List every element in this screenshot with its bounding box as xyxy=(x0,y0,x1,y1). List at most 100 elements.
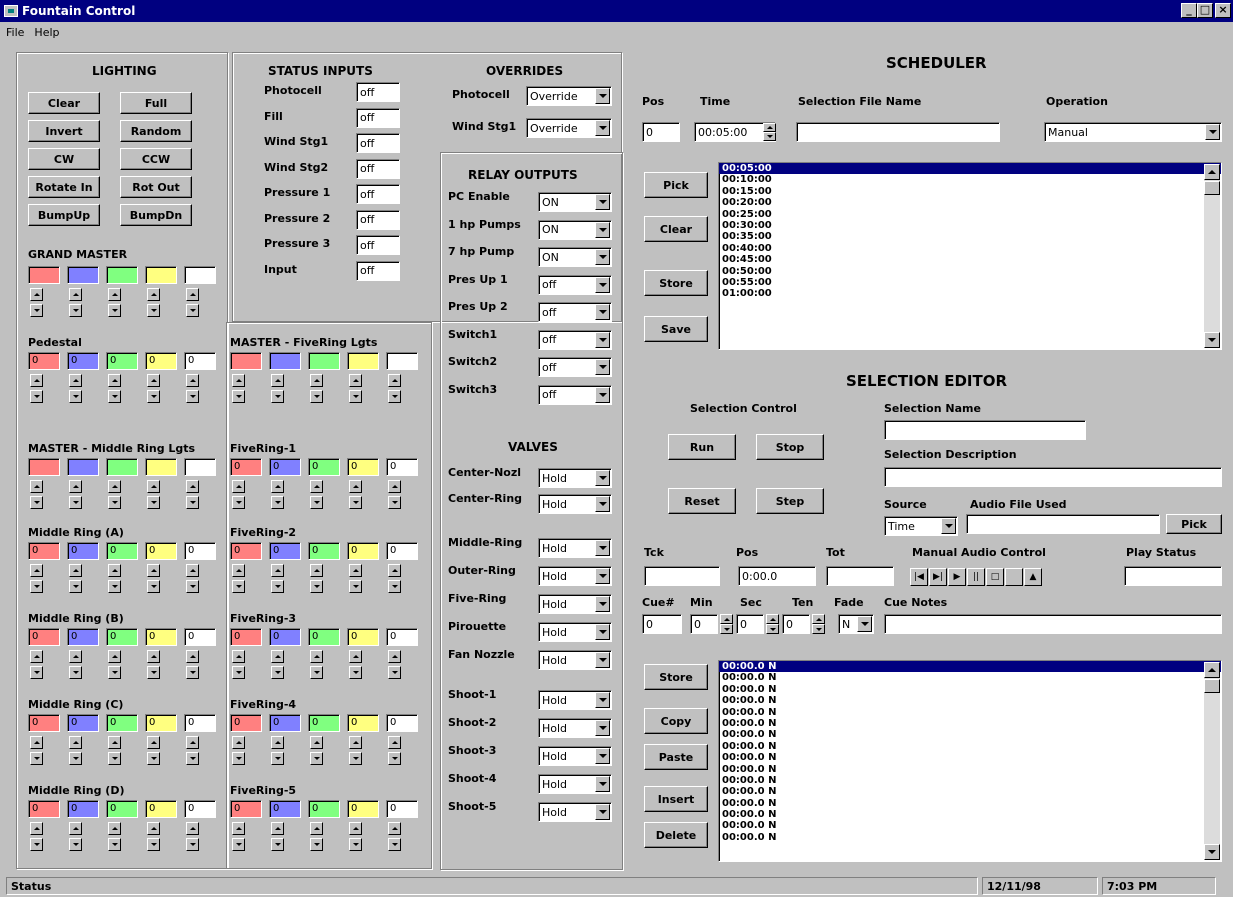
fivering-2-up-0[interactable] xyxy=(232,564,245,577)
fivering-4-up-0[interactable] xyxy=(232,736,245,749)
valve-dropdown[interactable]: Hold xyxy=(538,566,612,586)
fivering-3-level-0[interactable]: 0 xyxy=(230,628,262,646)
middle-ring-2-up-3[interactable] xyxy=(147,736,160,749)
fivering-5-level-0[interactable]: 0 xyxy=(230,800,262,818)
grand-master-down-3[interactable] xyxy=(147,304,160,317)
pedestal-down-2[interactable] xyxy=(108,390,121,403)
pedestal-up-0[interactable] xyxy=(30,374,43,387)
sched-btn-0[interactable]: Pick xyxy=(644,172,708,198)
fivering-4-up-4[interactable] xyxy=(388,736,401,749)
relay-dropdown[interactable]: off xyxy=(538,384,612,405)
master-middle-down-0[interactable] xyxy=(30,496,43,509)
menu-help[interactable]: Help xyxy=(34,26,59,39)
cue-btn-1[interactable]: Copy xyxy=(644,708,708,734)
master-middle-down-2[interactable] xyxy=(108,496,121,509)
middle-ring-0-level-2[interactable]: 0 xyxy=(106,542,138,560)
middle-ring-1-down-2[interactable] xyxy=(108,666,121,679)
selection-file-field[interactable] xyxy=(796,122,1000,142)
lighting-btn-6[interactable]: Rotate In xyxy=(28,176,100,198)
operation-dropdown[interactable]: Manual xyxy=(1044,122,1222,142)
grand-master-up-0[interactable] xyxy=(30,288,43,301)
middle-ring-1-down-4[interactable] xyxy=(186,666,199,679)
middle-ring-3-level-2[interactable]: 0 xyxy=(106,800,138,818)
schedule-item[interactable]: 00:10:00 xyxy=(719,174,1221,185)
schedule-list[interactable]: 00:05:00 00:10:00 00:15:00 00:20:00 00:25:00… xyxy=(718,162,1222,350)
pos-field[interactable]: 0:00.0 xyxy=(738,566,816,586)
grand-master-down-2[interactable] xyxy=(108,304,121,317)
lighting-btn-4[interactable]: CW xyxy=(28,148,100,170)
fivering-3-down-1[interactable] xyxy=(271,666,284,679)
tot-field[interactable] xyxy=(826,566,894,586)
cue-item[interactable]: 00:00.0 N xyxy=(719,661,1221,673)
stop-icon[interactable]: □ xyxy=(986,568,1004,586)
middle-ring-2-down-4[interactable] xyxy=(186,752,199,765)
master-middle-up-2[interactable] xyxy=(108,480,121,493)
scroll-down-icon[interactable] xyxy=(1204,844,1220,860)
valve-dropdown[interactable]: Hold xyxy=(538,494,612,514)
fivering-2-up-1[interactable] xyxy=(271,564,284,577)
cue-item[interactable]: 00:00.0 N xyxy=(719,718,1221,729)
fivering-2-up-2[interactable] xyxy=(310,564,323,577)
relay-dropdown[interactable]: off xyxy=(538,329,612,350)
fivering-5-level-2[interactable]: 0 xyxy=(308,800,340,818)
fivering-1-up-0[interactable] xyxy=(232,480,245,493)
middle-ring-0-up-1[interactable] xyxy=(69,564,82,577)
cue-scrollbar[interactable] xyxy=(1204,662,1220,860)
schedule-item[interactable]: 00:45:00 xyxy=(719,254,1221,265)
middle-ring-1-up-3[interactable] xyxy=(147,650,160,663)
fivering-2-up-3[interactable] xyxy=(349,564,362,577)
cue-btn-0[interactable]: Store xyxy=(644,664,708,690)
fivering-3-level-2[interactable]: 0 xyxy=(308,628,340,646)
valve-dropdown[interactable]: Hold xyxy=(538,802,612,822)
master-five-level-1[interactable] xyxy=(269,352,301,370)
middle-ring-2-up-0[interactable] xyxy=(30,736,43,749)
pedestal-up-2[interactable] xyxy=(108,374,121,387)
master-five-up-1[interactable] xyxy=(271,374,284,387)
relay-dropdown[interactable]: ON xyxy=(538,219,612,240)
master-five-down-1[interactable] xyxy=(271,390,284,403)
middle-ring-3-level-4[interactable]: 0 xyxy=(184,800,216,818)
minimize-button[interactable]: _ xyxy=(1181,3,1197,18)
grand-master-level-4[interactable] xyxy=(184,266,216,284)
fivering-3-level-1[interactable]: 0 xyxy=(269,628,301,646)
selection-name-field[interactable] xyxy=(884,420,1086,440)
grand-master-level-2[interactable] xyxy=(106,266,138,284)
master-five-down-3[interactable] xyxy=(349,390,362,403)
fivering-2-level-0[interactable]: 0 xyxy=(230,542,262,560)
grand-master-down-1[interactable] xyxy=(69,304,82,317)
selection-desc-field[interactable] xyxy=(884,467,1222,487)
middle-ring-2-level-1[interactable]: 0 xyxy=(67,714,99,732)
scroll-up-icon[interactable] xyxy=(1204,164,1220,180)
pause-icon[interactable]: || xyxy=(967,568,985,586)
lighting-btn-9[interactable]: BumpDn xyxy=(120,204,192,226)
cue-ten-field[interactable]: 0 xyxy=(782,614,810,634)
pedestal-down-4[interactable] xyxy=(186,390,199,403)
fivering-5-down-2[interactable] xyxy=(310,838,323,851)
cue-item[interactable]: 00:00.0 N xyxy=(719,798,1221,809)
lighting-btn-5[interactable]: CCW xyxy=(120,148,192,170)
grand-master-level-1[interactable] xyxy=(67,266,99,284)
middle-ring-0-up-2[interactable] xyxy=(108,564,121,577)
master-middle-level-0[interactable] xyxy=(28,458,60,476)
fivering-4-down-1[interactable] xyxy=(271,752,284,765)
fivering-2-down-2[interactable] xyxy=(310,580,323,593)
master-five-down-2[interactable] xyxy=(310,390,323,403)
fivering-4-up-2[interactable] xyxy=(310,736,323,749)
cue-item[interactable]: 00:00.0 N xyxy=(719,775,1221,786)
schedule-item[interactable]: 00:40:00 xyxy=(719,243,1221,254)
cue-ten-up[interactable] xyxy=(812,614,825,624)
maximize-button[interactable]: □ xyxy=(1197,3,1213,18)
middle-ring-0-down-1[interactable] xyxy=(69,580,82,593)
middle-ring-0-up-4[interactable] xyxy=(186,564,199,577)
fivering-4-level-1[interactable]: 0 xyxy=(269,714,301,732)
middle-ring-0-down-4[interactable] xyxy=(186,580,199,593)
editor-btn-3[interactable]: Step xyxy=(756,488,824,514)
fivering-5-up-1[interactable] xyxy=(271,822,284,835)
cue-item[interactable]: 00:00.0 N xyxy=(719,729,1221,740)
pedestal-up-3[interactable] xyxy=(147,374,160,387)
master-middle-level-3[interactable] xyxy=(145,458,177,476)
lighting-btn-8[interactable]: BumpUp xyxy=(28,204,100,226)
master-five-up-4[interactable] xyxy=(388,374,401,387)
middle-ring-1-down-1[interactable] xyxy=(69,666,82,679)
master-middle-up-0[interactable] xyxy=(30,480,43,493)
